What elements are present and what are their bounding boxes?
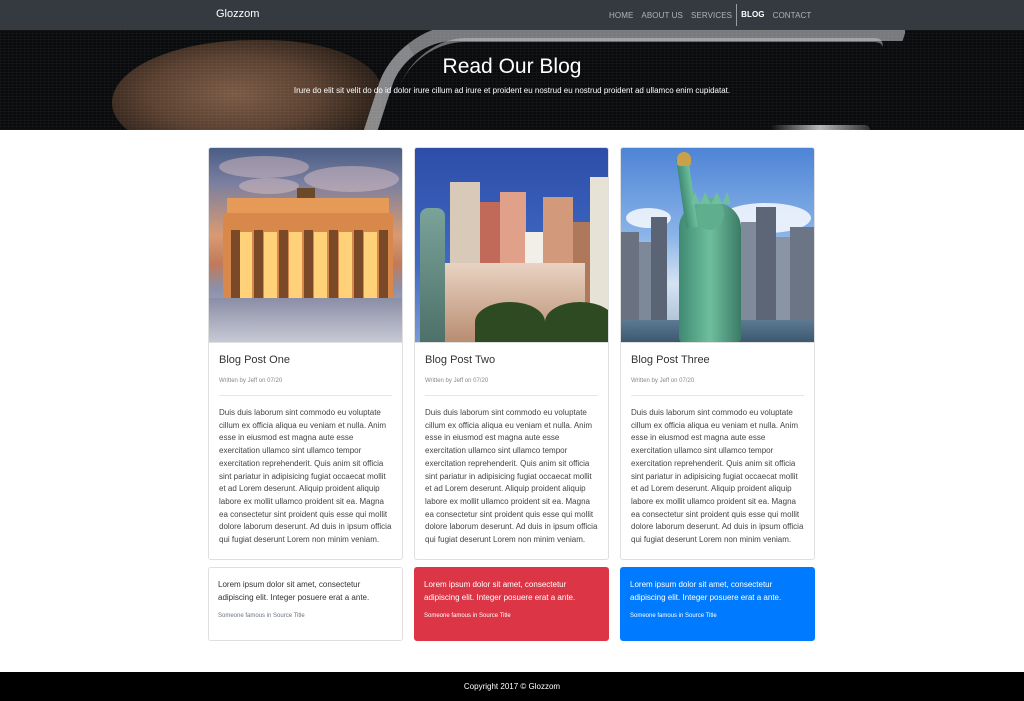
blog-column-1: Blog Post One Written by Jeff on 07/20 D… <box>208 147 403 641</box>
nav-item-blog[interactable]: BLOG <box>736 4 769 26</box>
navbar: Glozzom HOME ABOUT US SERVICES BLOG CONT… <box>0 0 1024 30</box>
nav-menu: HOME ABOUT US SERVICES BLOG CONTACT <box>605 0 815 30</box>
nav-item-home[interactable]: HOME <box>605 11 637 20</box>
blog-card: Blog Post One Written by Jeff on 07/20 D… <box>208 147 403 560</box>
blog-post-body: Duis duis laborum sint commodo eu volupt… <box>631 408 804 545</box>
quote-text: Lorem ipsum dolor sit amet, consectetur … <box>424 579 576 602</box>
quote-source: Someone famous in Source Title <box>218 612 305 619</box>
blog-column-3: Blog Post Three Written by Jeff on 07/20… <box>620 147 815 641</box>
blog-post-meta: Written by Jeff on 07/20 <box>631 378 804 396</box>
nav-item-about[interactable]: ABOUT US <box>637 11 687 20</box>
brand-logo[interactable]: Glozzom <box>216 8 259 20</box>
blog-column-2: Blog Post Two Written by Jeff on 07/20 D… <box>414 147 609 641</box>
blog-post-title[interactable]: Blog Post Two <box>425 354 598 366</box>
blog-post-meta: Written by Jeff on 07/20 <box>425 378 598 396</box>
hero-subtitle: Irure do elit sit velit do do id dolor i… <box>293 86 731 95</box>
footer-copyright: Copyright 2017 © Glozzom <box>463 682 561 691</box>
blog-post-title[interactable]: Blog Post One <box>219 354 392 366</box>
footer: Copyright 2017 © Glozzom <box>0 672 1024 701</box>
quote-text: Lorem ipsum dolor sit amet, consectetur … <box>218 579 370 602</box>
blog-card: Blog Post Two Written by Jeff on 07/20 D… <box>414 147 609 560</box>
blog-post-body: Duis duis laborum sint commodo eu volupt… <box>425 408 598 545</box>
hero-banner: Read Our Blog Irure do elit sit velit do… <box>0 30 1024 130</box>
quote-text: Lorem ipsum dolor sit amet, consectetur … <box>630 579 782 602</box>
quote-source: Someone famous in Source Title <box>424 612 511 619</box>
nav-item-services[interactable]: SERVICES <box>687 11 736 20</box>
brandenburg-gate-photo <box>209 148 402 343</box>
nav-item-contact[interactable]: CONTACT <box>769 11 816 20</box>
hero-title: Read Our Blog <box>442 55 582 78</box>
blog-card: Blog Post Three Written by Jeff on 07/20… <box>620 147 815 560</box>
quote-source: Someone famous in Source Title <box>630 612 717 619</box>
quote-card: Lorem ipsum dolor sit amet, consectetur … <box>208 566 403 641</box>
blog-post-meta: Written by Jeff on 07/20 <box>219 378 392 396</box>
city-skyline-photo <box>415 148 608 343</box>
quote-card-primary: Lorem ipsum dolor sit amet, consectetur … <box>620 566 815 641</box>
blog-post-body: Duis duis laborum sint commodo eu volupt… <box>219 408 392 545</box>
statue-of-liberty-photo <box>621 148 814 343</box>
blog-card-grid: Blog Post One Written by Jeff on 07/20 D… <box>208 147 816 641</box>
quote-card-danger: Lorem ipsum dolor sit amet, consectetur … <box>414 566 609 641</box>
blog-post-title[interactable]: Blog Post Three <box>631 354 804 366</box>
